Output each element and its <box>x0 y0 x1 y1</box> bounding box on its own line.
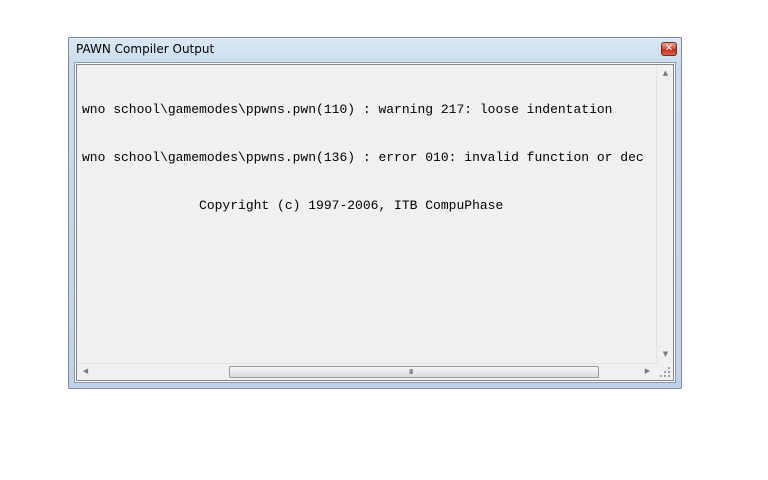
output-text-area[interactable]: wno school\gamemodes\ppwns.pwn(110) : wa… <box>76 64 674 381</box>
title-bar[interactable]: PAWN Compiler Output ✕ <box>69 38 681 63</box>
close-icon: ✕ <box>664 43 674 54</box>
window-client-area: wno school\gamemodes\ppwns.pwn(110) : wa… <box>74 62 676 383</box>
output-line: wno school\gamemodes\ppwns.pwn(136) : er… <box>82 150 644 165</box>
vertical-scrollbar[interactable]: ▲ ▼ <box>656 65 673 363</box>
horizontal-scroll-thumb[interactable]: III <box>229 366 599 378</box>
output-text: wno school\gamemodes\ppwns.pwn(110) : wa… <box>82 70 655 360</box>
horizontal-scrollbar[interactable]: ◀ III ▶ <box>77 363 656 380</box>
compiler-output-window: PAWN Compiler Output ✕ wno school\gamemo… <box>68 37 682 389</box>
output-line: Copyright (c) 1997-2006, ITB CompuPhase <box>82 198 504 213</box>
window-title: PAWN Compiler Output <box>76 42 215 56</box>
output-line: wno school\gamemodes\ppwns.pwn(110) : wa… <box>82 102 613 117</box>
arrow-down-icon[interactable]: ▼ <box>657 346 674 363</box>
arrow-up-icon[interactable]: ▲ <box>657 65 674 82</box>
arrow-right-icon[interactable]: ▶ <box>639 363 656 380</box>
close-button[interactable]: ✕ <box>661 42 677 56</box>
arrow-left-icon[interactable]: ◀ <box>77 363 94 380</box>
size-grip-icon[interactable] <box>656 363 673 380</box>
grip-icon: III <box>409 368 413 376</box>
